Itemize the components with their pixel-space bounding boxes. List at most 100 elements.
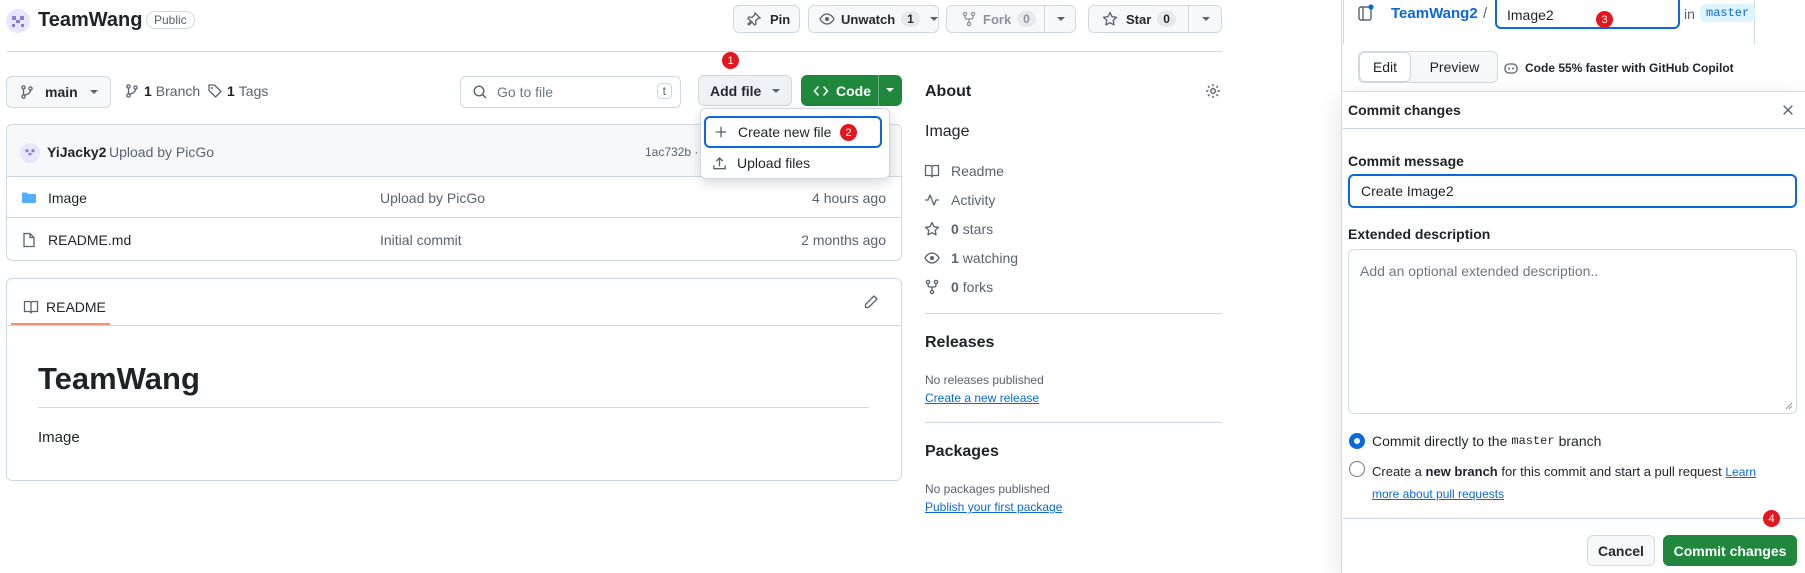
cancel-button[interactable]: Cancel: [1587, 535, 1655, 566]
option-branch-code: master: [1511, 434, 1555, 448]
sidebar-divider: [925, 422, 1222, 423]
folder-icon: [22, 192, 36, 203]
cancel-label: Cancel: [1598, 542, 1644, 559]
repo-name[interactable]: TeamWang: [38, 9, 142, 32]
commit-hash[interactable]: 1ac732b · 4: [645, 145, 708, 159]
eye-icon: [924, 252, 940, 264]
create-release-link[interactable]: Create a new release: [925, 391, 1039, 405]
tab-preview[interactable]: Preview: [1412, 52, 1497, 82]
star-button[interactable]: Star 0: [1088, 5, 1222, 33]
fork-count: 0: [1017, 11, 1036, 27]
file-row[interactable]: Image Upload by PicGo 4 hours ago: [7, 178, 901, 218]
book-icon: [23, 300, 39, 314]
file-commit-message[interactable]: Initial commit: [380, 232, 462, 248]
in-label: in: [1684, 6, 1695, 22]
tags-label: Tags: [238, 83, 269, 99]
learn-more-link[interactable]: Learn: [1725, 465, 1756, 479]
unwatch-button[interactable]: Unwatch 1: [808, 5, 939, 33]
add-file-button[interactable]: Add file: [698, 75, 792, 106]
step-badge: 1: [722, 52, 739, 69]
extended-description-label: Extended description: [1348, 226, 1491, 242]
menu-item-label: Create new file: [738, 124, 832, 140]
about-item-readme[interactable]: Readme: [924, 163, 1004, 179]
about-item-stars[interactable]: 0 stars: [924, 221, 993, 237]
sidebar-divider: [925, 313, 1222, 314]
branch-label: master: [1700, 4, 1756, 22]
chevron-down-icon: [89, 90, 98, 94]
copilot-promo[interactable]: Code 55% faster with GitHub Copilot: [1503, 60, 1734, 76]
branches-label: Branch: [155, 83, 201, 99]
branch-selector[interactable]: main: [6, 76, 111, 108]
about-item-label: forks: [962, 279, 994, 295]
search-icon: [473, 85, 487, 99]
branch-icon: [21, 85, 33, 99]
fork-icon: [962, 11, 976, 27]
dialog-header-divider: [1342, 128, 1805, 129]
fork-icon: [925, 279, 939, 295]
commit-message-value: Create Image2: [1361, 183, 1454, 199]
close-icon[interactable]: [1781, 103, 1795, 117]
star-count: 0: [1157, 11, 1176, 27]
tags-link[interactable]: 1 Tags: [207, 83, 268, 99]
go-to-file-input[interactable]: Go to file t: [460, 76, 681, 108]
chevron-down-icon: [929, 17, 938, 21]
menu-item-label: Upload files: [737, 155, 811, 171]
publish-package-link[interactable]: Publish your first package: [925, 500, 1062, 514]
file-name[interactable]: Image: [48, 190, 87, 206]
gear-icon[interactable]: [1205, 83, 1221, 99]
option-new-branch[interactable]: Create a new branch for this commit and …: [1372, 461, 1797, 505]
readme-heading: TeamWang: [38, 361, 200, 396]
branches-count: 1: [144, 83, 152, 99]
radio-commit-directly[interactable]: [1349, 433, 1365, 449]
file-row[interactable]: README.md Initial commit 2 months ago: [7, 219, 901, 260]
step-badge: 4: [1763, 510, 1780, 527]
file-name[interactable]: README.md: [48, 232, 131, 248]
go-to-file-placeholder: Go to file: [497, 84, 554, 100]
file-commit-message[interactable]: Upload by PicGo: [380, 190, 485, 206]
commit-author[interactable]: YiJacky2: [47, 144, 106, 160]
file-icon: [23, 232, 35, 247]
readme-tab[interactable]: README: [11, 290, 110, 325]
option-commit-directly[interactable]: Commit directly to the master branch: [1372, 433, 1601, 449]
editor-repo-link[interactable]: TeamWang2: [1391, 5, 1478, 22]
chevron-down-icon[interactable]: [1057, 17, 1065, 21]
file-age: 4 hours ago: [812, 189, 886, 206]
about-item-watching[interactable]: 1 watching: [924, 250, 1018, 266]
releases-title[interactable]: Releases: [925, 334, 994, 352]
code-divider: [878, 75, 879, 106]
learn-more-link[interactable]: more about pull requests: [1372, 487, 1504, 501]
radio-new-branch[interactable]: [1349, 461, 1365, 477]
code-button[interactable]: Code: [801, 75, 902, 106]
chevron-down-icon: [772, 88, 781, 93]
pin-button[interactable]: Pin: [733, 5, 800, 33]
filename-input[interactable]: Image2: [1495, 0, 1680, 29]
about-item-forks[interactable]: 0 forks: [924, 279, 993, 295]
shortcut-key: t: [656, 83, 672, 99]
packages-title[interactable]: Packages: [925, 443, 999, 461]
fork-button[interactable]: Fork 0: [946, 5, 1076, 33]
about-item-count: 0: [951, 221, 959, 237]
readme-heading-rule: [38, 407, 869, 408]
identicon-icon: [12, 16, 24, 27]
commit-changes-button[interactable]: Commit changes: [1663, 535, 1797, 566]
commit-message-input[interactable]: Create Image2: [1348, 174, 1797, 208]
resize-handle-icon[interactable]: [1785, 402, 1793, 410]
chevron-down-icon: [886, 88, 894, 92]
code-label: Code: [836, 82, 871, 99]
commit-message[interactable]: Upload by PicGo: [109, 144, 214, 160]
menu-item-upload-files[interactable]: Upload files: [712, 155, 810, 171]
about-item-label: Readme: [951, 163, 1004, 179]
tab-preview-label: Preview: [1429, 59, 1480, 75]
star-icon: [924, 221, 940, 236]
about-item-activity[interactable]: Activity: [924, 192, 995, 208]
chevron-down-icon[interactable]: [1202, 17, 1210, 21]
readme-header-divider: [7, 325, 901, 326]
copilot-text: Code 55% faster with GitHub Copilot: [1525, 61, 1734, 75]
tag-icon: [208, 84, 222, 98]
extended-description-textarea[interactable]: Add an optional extended description..: [1348, 249, 1797, 414]
file-tree-toggle-icon[interactable]: [1357, 4, 1375, 22]
tab-edit[interactable]: Edit: [1359, 52, 1411, 82]
tab-edit-label: Edit: [1372, 59, 1398, 75]
branches-link[interactable]: 1 Branch: [124, 83, 200, 99]
edit-pencil-icon[interactable]: [863, 294, 879, 310]
